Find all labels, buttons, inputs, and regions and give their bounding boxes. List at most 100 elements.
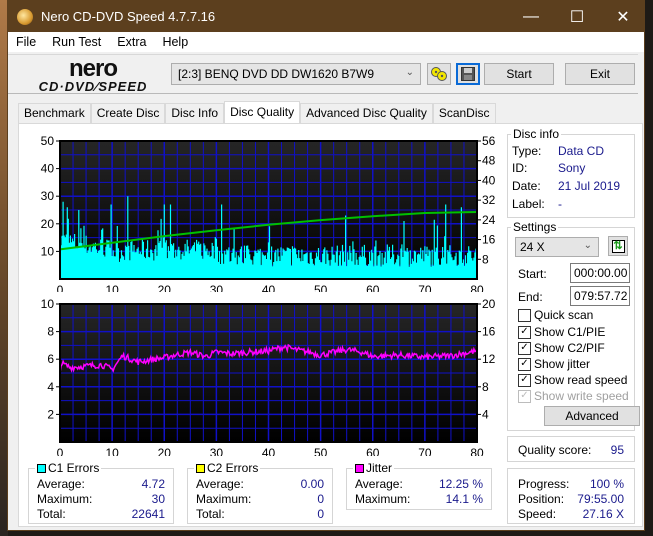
checkbox-box[interactable] — [518, 308, 531, 322]
refresh-icon: ⇅ — [611, 239, 625, 253]
checkmark-icon[interactable]: ✓ — [518, 325, 531, 339]
show-c2-pif-checkbox[interactable]: ✓ Show C2/PIF — [518, 341, 605, 355]
progress-label: Progress: — [518, 477, 570, 491]
y-tick-label-right: 12 — [482, 352, 496, 366]
refresh-button[interactable]: ⇅ — [608, 236, 628, 256]
start-button[interactable]: Start — [484, 63, 554, 85]
app-icon — [17, 8, 33, 25]
show-read-speed-checkbox[interactable]: ✓ Show read speed — [518, 373, 627, 387]
c2-average-value: 0.00 — [300, 477, 324, 491]
start-time-input[interactable]: 000:00.00 — [570, 263, 630, 283]
end-label: End: — [518, 290, 543, 304]
x-tick-label: 80 — [470, 446, 484, 456]
show-jitter-checkbox[interactable]: ✓ Show jitter — [518, 357, 590, 371]
logo-subtitle: CD·DVD⁄SPEED — [38, 79, 148, 94]
menu-extra[interactable]: Extra — [109, 35, 154, 49]
y-tick-label-right: 20 — [482, 297, 496, 311]
jitter-maximum-label: Maximum: — [355, 492, 411, 506]
y-tick-label-right: 40 — [482, 173, 496, 187]
y-tick-label-left: 8 — [47, 325, 54, 339]
menu-run-test[interactable]: Run Test — [44, 35, 109, 49]
show-write-speed-checkbox: ✓ Show write speed — [518, 389, 629, 403]
tab-disc-quality[interactable]: Disc Quality — [224, 101, 301, 123]
advanced-button[interactable]: Advanced — [544, 406, 640, 426]
exit-button[interactable]: Exit — [565, 63, 635, 85]
close-button[interactable]: ✕ — [600, 1, 646, 32]
x-tick-label: 20 — [158, 283, 172, 292]
c1-errors-group: C1 Errors Average: 4.72 Maximum: 30 Tota… — [28, 461, 174, 524]
quality-score-value: 95 — [610, 443, 624, 457]
disc-swap-icon — [431, 67, 447, 81]
x-tick-label: 0 — [57, 283, 64, 292]
x-tick-label: 10 — [105, 446, 119, 456]
menu-bar: File Run Test Extra Help — [8, 32, 644, 52]
y-tick-label-right: 16 — [482, 325, 496, 339]
c2-total-value: 0 — [317, 507, 324, 521]
jitter-color-swatch — [355, 463, 364, 473]
drive-select[interactable]: [2:3] BENQ DVD DD DW1620 B7W9 ⌄ — [171, 63, 421, 85]
x-tick-label: 70 — [418, 283, 432, 292]
quality-score-label: Quality score: — [518, 443, 592, 457]
tab-benchmark[interactable]: Benchmark — [18, 103, 91, 123]
position-value: 79:55.00 — [577, 492, 624, 506]
y-tick-label-left: 4 — [47, 380, 54, 394]
checkmark-icon[interactable]: ✓ — [518, 357, 531, 371]
tab-disc-info[interactable]: Disc Info — [165, 103, 225, 123]
c1-title: C1 Errors — [48, 461, 100, 475]
c2-errors-group: C2 Errors Average: 0.00 Maximum: 0 Total… — [187, 461, 333, 524]
checkmark-icon[interactable]: ✓ — [518, 341, 531, 355]
quick-scan-checkbox[interactable]: Quick scan — [518, 308, 593, 322]
checkbox-label: Show C1/PIE — [534, 325, 606, 339]
menu-file[interactable]: File — [8, 35, 44, 49]
x-tick-label: 50 — [314, 283, 328, 292]
minimize-button[interactable]: — — [508, 1, 554, 32]
tab-create-disc[interactable]: Create Disc — [90, 103, 166, 123]
chevron-down-icon: ⌄ — [583, 240, 592, 251]
y-tick-label-right: 56 — [482, 134, 496, 148]
checkbox-label: Show C2/PIF — [534, 341, 605, 355]
status-box: Progress: 100 % Position: 79:55.00 Speed… — [507, 468, 635, 524]
x-tick-label: 40 — [262, 446, 276, 456]
tab-advanced-disc-quality[interactable]: Advanced Disc Quality — [300, 103, 433, 123]
checkbox-label: Show read speed — [534, 373, 628, 387]
c2-maximum-label: Maximum: — [196, 492, 252, 506]
y-tick-label-left: 50 — [41, 134, 55, 148]
y-tick-label-left: 20 — [41, 217, 55, 231]
c2-total-label: Total: — [196, 507, 225, 521]
x-tick-label: 20 — [158, 446, 172, 456]
y-tick-label-right: 16 — [482, 233, 496, 247]
maximize-button[interactable]: ☐ — [554, 1, 600, 32]
y-tick-label-right: 8 — [482, 380, 489, 394]
window-title: Nero CD-DVD Speed 4.7.7.16 — [41, 9, 216, 24]
y-tick-label-left: 40 — [41, 162, 55, 176]
y-tick-label-left: 10 — [41, 244, 55, 258]
drive-info-button[interactable] — [427, 63, 451, 85]
disc-label-value: - — [558, 197, 562, 211]
y-tick-label-left: 6 — [47, 352, 54, 366]
x-tick-label: 0 — [57, 446, 64, 456]
menu-help[interactable]: Help — [154, 35, 196, 49]
disc-date-value: 21 Jul 2019 — [558, 179, 621, 193]
jitter-title: Jitter — [366, 461, 393, 475]
save-button[interactable] — [456, 63, 480, 85]
x-tick-label: 80 — [470, 283, 484, 292]
progress-value: 100 % — [589, 477, 624, 491]
end-time-input[interactable]: 079:57.72 — [570, 286, 630, 306]
disc-info-title: Disc info — [511, 127, 562, 141]
show-c1-pie-checkbox[interactable]: ✓ Show C1/PIE — [518, 325, 605, 339]
checkmark-icon[interactable]: ✓ — [518, 373, 531, 387]
speed-select-value: 24 X — [520, 240, 545, 254]
quality-score-box: Quality score: 95 — [507, 436, 635, 462]
disc-label-label: Label: — [512, 197, 545, 211]
speed-select[interactable]: 24 X ⌄ — [515, 237, 599, 257]
c1-total-value: 22641 — [131, 507, 165, 521]
c1-maximum-label: Maximum: — [37, 492, 93, 506]
y-tick-label-right: 32 — [482, 193, 496, 207]
x-tick-label: 40 — [262, 283, 276, 292]
disc-type-value: Data CD — [558, 144, 605, 158]
checkbox-label: Show write speed — [534, 389, 629, 403]
y-tick-label-right: 24 — [482, 213, 496, 227]
tab-scandisc[interactable]: ScanDisc — [432, 103, 496, 123]
disc-info-group: Disc info Type: Data CD ID: Sony Date: 2… — [507, 127, 635, 218]
x-tick-label: 70 — [418, 446, 432, 456]
